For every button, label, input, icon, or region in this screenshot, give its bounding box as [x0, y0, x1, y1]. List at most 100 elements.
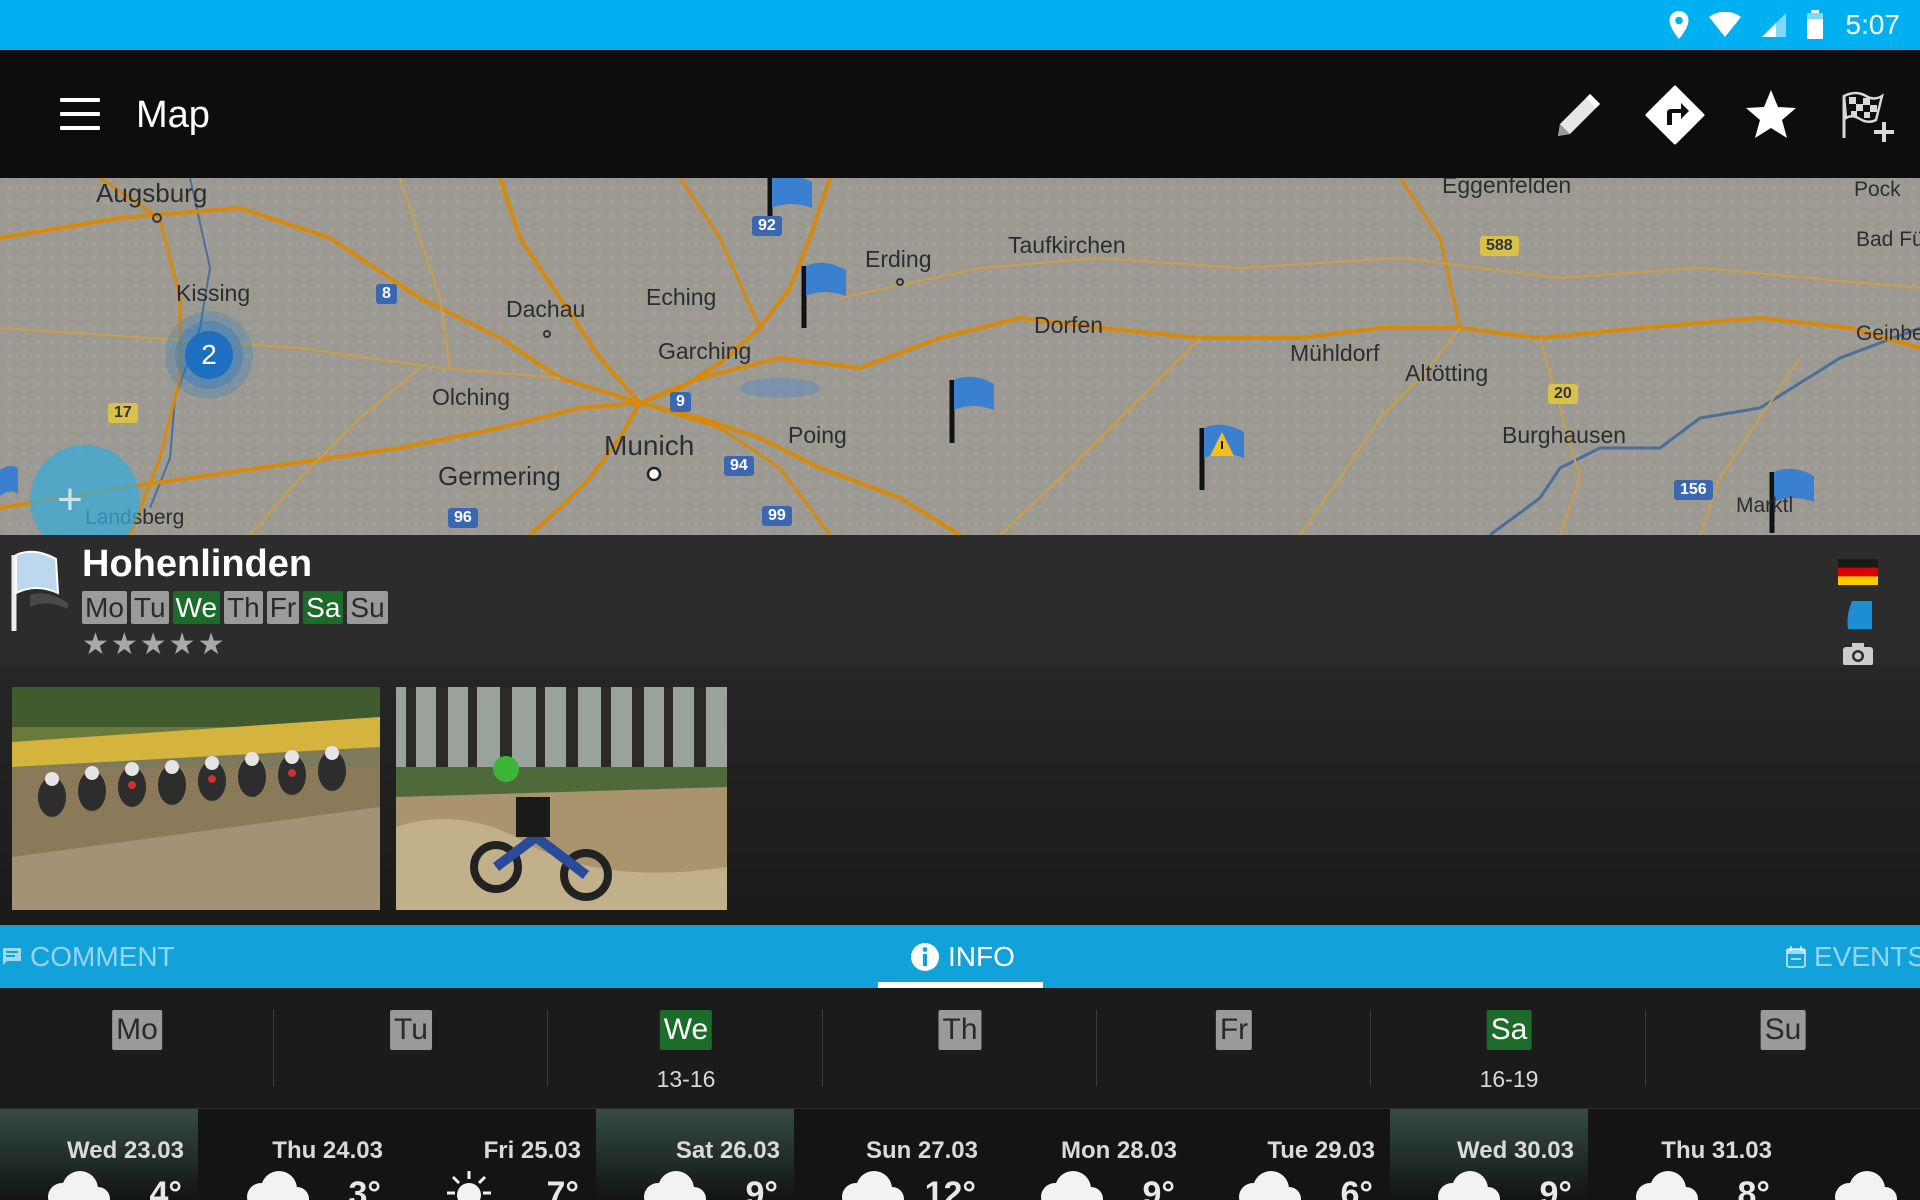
tab-info[interactable]: INFO	[910, 925, 1015, 988]
forecast-day: Wed 30.03 9°	[1390, 1109, 1588, 1200]
day-chip: We	[172, 591, 221, 624]
day-chip: Sa	[303, 591, 344, 624]
forecast-day: Fri 25.03 7°	[397, 1109, 595, 1200]
plus-icon: +	[57, 475, 83, 524]
photo-gallery	[0, 665, 1920, 925]
week-day-column: Th	[823, 988, 1097, 1108]
forecast-day: Tue 29.03 6°	[1191, 1109, 1389, 1200]
week-day-chip: Th	[938, 1010, 982, 1050]
camera-icon[interactable]	[1842, 641, 1874, 667]
map-label: Eching	[646, 284, 717, 310]
star-icon	[1746, 90, 1796, 138]
edit-button[interactable]	[1544, 80, 1614, 150]
cloud-icon	[832, 1169, 908, 1200]
favorite-button[interactable]	[1736, 80, 1806, 150]
road-shield: 99	[762, 506, 792, 526]
germany-flag-icon	[1838, 559, 1878, 585]
day-chip: Th	[224, 591, 263, 624]
forecast-temp: 8°	[1737, 1175, 1770, 1200]
map-label: Mühldorf	[1290, 340, 1380, 366]
forecast-day: Thu 31.03 8°	[1588, 1109, 1786, 1200]
opening-hours: 13-16	[656, 1066, 716, 1092]
clock: 5:07	[1845, 9, 1901, 40]
cloud-icon	[1626, 1169, 1702, 1200]
forecast-date: Mon 28.03	[1060, 1137, 1177, 1164]
road-shield: 156	[1674, 480, 1713, 500]
menu-button[interactable]	[52, 92, 108, 136]
map-label: Garching	[658, 338, 752, 364]
forecast-temp: 6°	[1340, 1175, 1373, 1200]
road-shield: 9	[670, 392, 691, 412]
forecast-day: Mon 28.03 9°	[993, 1109, 1191, 1200]
map-label: Geinbe	[1856, 322, 1920, 345]
opening-hours: 16-19	[1479, 1066, 1539, 1092]
week-day-column: Sa 16-19	[1372, 988, 1646, 1108]
track-name: Hohenlinden	[82, 543, 313, 585]
forecast-day: Sun 27.03 12°	[794, 1109, 992, 1200]
track-color-icon	[1847, 601, 1872, 629]
day-chip: Fr	[266, 591, 300, 624]
map-label: Poing	[788, 422, 847, 448]
add-track-button[interactable]	[1832, 80, 1902, 150]
column-divider	[1370, 1010, 1371, 1086]
forecast-date: Sat 26.03	[675, 1137, 780, 1164]
calendar-icon	[1786, 945, 1806, 968]
week-day-chip: Su	[1760, 1010, 1806, 1050]
forecast-date: Sun 27.03	[865, 1137, 978, 1164]
road-shield: 8	[376, 284, 397, 304]
map-label: Augsburg	[96, 178, 208, 208]
road-shield: 20	[1548, 384, 1578, 404]
info-icon	[911, 942, 939, 971]
detail-tabs: COMMENT INFO EVENTS	[0, 925, 1920, 988]
map-label: Erding	[865, 246, 932, 272]
forecast-temp: 9°	[1539, 1175, 1572, 1200]
directions-icon	[1645, 85, 1705, 145]
location-icon	[1669, 11, 1688, 39]
pencil-icon	[1558, 94, 1600, 136]
page-title: Map	[136, 94, 210, 136]
detail-meta-icons	[1838, 545, 1878, 666]
week-day-column: Tu	[274, 988, 548, 1108]
map-label: Eggenfelden	[1442, 178, 1572, 198]
forecast-temp: 12°	[924, 1175, 976, 1200]
track-photo[interactable]	[396, 687, 727, 910]
status-icons: 5:07	[1668, 0, 1901, 50]
map-label: Altötting	[1405, 360, 1489, 386]
cloud-icon	[38, 1169, 114, 1200]
forecast-date: Wed 23.03	[67, 1137, 184, 1164]
forecast-day: Thu 24.03 3°	[199, 1109, 397, 1200]
cloud-icon	[634, 1169, 710, 1200]
tab-events-label: EVENTS	[1814, 940, 1920, 972]
forecast-date: Wed 30.03	[1457, 1137, 1574, 1164]
map-label: Kissing	[176, 280, 251, 306]
cloud-icon	[1825, 1169, 1901, 1200]
map-label: Germering	[438, 461, 561, 491]
cloud-icon	[1031, 1169, 1107, 1200]
forecast-date: Thu 24.03	[272, 1137, 383, 1164]
motocross-rider-photo	[396, 687, 727, 910]
hamburger-icon	[60, 126, 100, 130]
forecast-day: Wed 23.03 4°	[0, 1109, 198, 1200]
opening-hours-week: Mo Tu We 13-16 Th Fr Sa 16-19 Su	[0, 988, 1920, 1108]
map-label: Bad Fü	[1856, 228, 1920, 251]
cloud-icon	[237, 1169, 313, 1200]
rating-stars[interactable]: ★★★★★	[82, 627, 226, 662]
road-shield: 588	[1480, 236, 1519, 256]
road-shield: 92	[752, 216, 782, 236]
forecast-day: Fri 0	[1787, 1109, 1920, 1200]
map-view[interactable]: Augsburg Kissing Dachau Eching Garching …	[0, 178, 1920, 535]
week-day-column: We 13-16	[549, 988, 823, 1108]
tab-comment[interactable]: COMMENT	[2, 925, 175, 988]
tab-events[interactable]: EVENTS	[1786, 925, 1920, 988]
wifi-icon	[1708, 12, 1741, 37]
day-chip: Su	[347, 591, 388, 624]
track-flag-marker[interactable]	[0, 465, 18, 496]
week-day-chip: Tu	[390, 1010, 432, 1050]
directions-button[interactable]	[1640, 80, 1710, 150]
week-day-column: Fr	[1097, 988, 1371, 1108]
road-shield: 17	[108, 403, 138, 423]
weather-forecast: Wed 23.03 4° Thu 24.03 3° Fri 25.03 7° Sat 26.…	[0, 1108, 1920, 1200]
track-photo[interactable]	[12, 687, 380, 910]
road-shield: 96	[448, 508, 478, 528]
cluster-count[interactable]: 2	[201, 339, 217, 371]
